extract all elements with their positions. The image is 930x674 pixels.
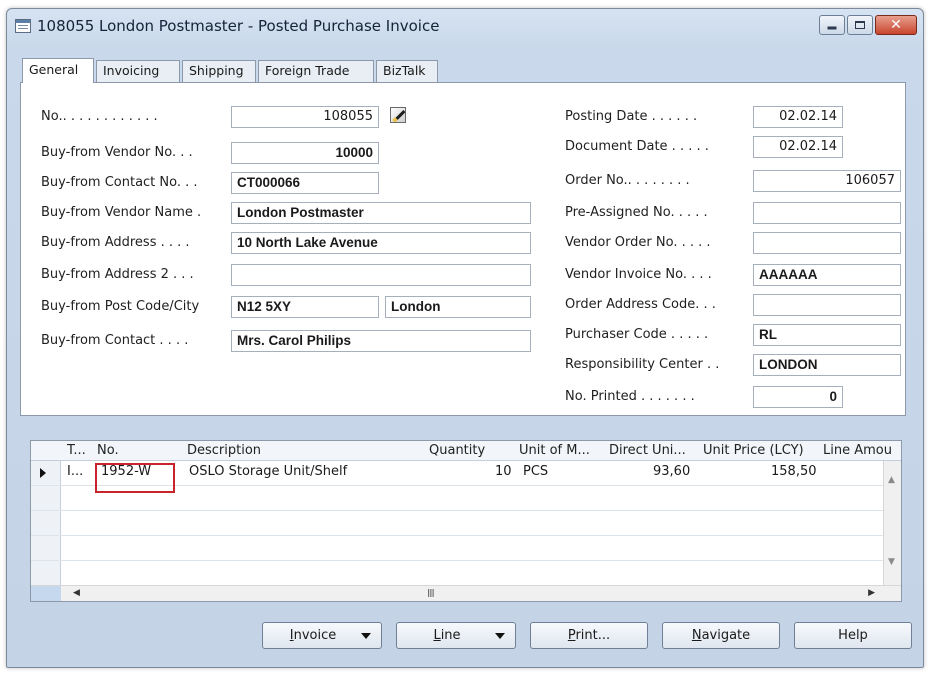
navigate-mnemonic: N [691, 628, 702, 643]
invoice-button[interactable]: Invoice [262, 622, 382, 649]
form-icon [15, 19, 31, 33]
scroll-down-icon[interactable]: ▼ [888, 557, 895, 567]
grid-header: T... No. Description Quantity Unit of M.… [31, 441, 901, 461]
vendor-invoice-no-field[interactable]: AAAAAA [753, 264, 901, 286]
scroll-thumb-grip[interactable]: III [427, 587, 435, 600]
contact-no-field[interactable]: CT000066 [231, 172, 379, 194]
minimize-icon [827, 26, 837, 30]
invoice-label: nvoice [293, 628, 337, 643]
posting-date-field[interactable]: 02.02.14 [753, 106, 843, 128]
post-code-field[interactable]: N12 5XY [231, 296, 379, 318]
line-mnemonic: L [433, 628, 441, 643]
purchaser-code-field[interactable]: RL [753, 324, 901, 346]
no-printed-field[interactable]: 0 [753, 386, 843, 408]
col-type[interactable]: T... [67, 443, 86, 458]
tab-invoicing[interactable]: Invoicing [96, 60, 180, 82]
pre-assigned-no-label: Pre-Assigned No. . . . . [565, 205, 708, 220]
col-quantity[interactable]: Quantity [429, 443, 485, 458]
maximize-button[interactable] [847, 15, 873, 35]
contact-no-label: Buy-from Contact No. . . [41, 175, 198, 190]
title-bar[interactable]: 108055 London Postmaster - Posted Purcha… [7, 9, 923, 43]
line-label: ine [440, 628, 461, 643]
minimize-button[interactable] [819, 15, 845, 35]
tab-shipping[interactable]: Shipping [182, 60, 256, 82]
vendor-order-no-label: Vendor Order No. . . . . [565, 235, 711, 250]
table-row[interactable] [31, 561, 883, 586]
responsibility-center-field[interactable]: LONDON [753, 354, 901, 376]
address-field[interactable]: 10 North Lake Avenue [231, 232, 531, 254]
document-date-label: Document Date . . . . . [565, 139, 709, 154]
general-panel: No.. . . . . . . . . . . . Buy-from Vend… [20, 82, 906, 416]
vendor-order-no-field[interactable] [753, 232, 901, 254]
no-field[interactable]: 108055 [231, 106, 379, 128]
close-button[interactable]: ✕ [875, 15, 917, 35]
col-line-amount[interactable]: Line Amou [823, 443, 892, 458]
chevron-down-icon [361, 633, 371, 639]
vendor-no-field[interactable]: 10000 [231, 142, 379, 164]
city-field[interactable]: London [385, 296, 531, 318]
navigate-label: avigate [701, 628, 751, 643]
no-printed-label: No. Printed . . . . . . . [565, 389, 695, 404]
col-description[interactable]: Description [187, 443, 261, 458]
window-title: 108055 London Postmaster - Posted Purcha… [37, 17, 440, 35]
navigate-button[interactable]: Navigate [662, 622, 780, 649]
cell-quantity[interactable]: 10 [495, 464, 512, 479]
scrollbar-corner [31, 586, 61, 601]
col-unit-price-lcy[interactable]: Unit Price (LCY) [703, 443, 804, 458]
order-no-label: Order No.. . . . . . . . [565, 173, 690, 188]
scroll-right-icon[interactable]: ▶ [868, 588, 875, 598]
address2-field[interactable] [231, 264, 531, 286]
cell-unit-of-measure[interactable]: PCS [523, 464, 548, 479]
highlight-annotation [95, 463, 175, 493]
table-row[interactable] [31, 511, 883, 536]
help-button[interactable]: Help [794, 622, 912, 649]
vendor-name-field[interactable]: London Postmaster [231, 202, 531, 224]
col-no[interactable]: No. [97, 443, 119, 458]
col-direct-unit-cost[interactable]: Direct Uni... [609, 443, 686, 458]
help-label: Help [838, 628, 868, 643]
tab-foreign-trade[interactable]: Foreign Trade [258, 60, 374, 82]
vendor-invoice-no-label: Vendor Invoice No. . . . [565, 267, 712, 282]
vendor-no-label: Buy-from Vendor No. . . [41, 145, 193, 160]
cell-unit-price-lcy[interactable]: 158,50 [771, 464, 817, 479]
pre-assigned-no-field[interactable] [753, 202, 901, 224]
order-address-code-label: Order Address Code. . . [565, 297, 716, 312]
window-controls: ✕ [819, 15, 917, 35]
tab-biztalk[interactable]: BizTalk [376, 60, 438, 82]
lines-grid: T... No. Description Quantity Unit of M.… [30, 440, 902, 602]
col-unit-of-measure[interactable]: Unit of M... [519, 443, 590, 458]
print-label: rint... [575, 628, 611, 643]
horizontal-scrollbar[interactable]: ◀ III ▶ [31, 585, 901, 601]
posting-date-label: Posting Date . . . . . . [565, 109, 698, 124]
print-button[interactable]: Print... [530, 622, 648, 649]
scroll-left-icon[interactable]: ◀ [73, 588, 80, 598]
cell-direct-unit-cost[interactable]: 93,60 [653, 464, 690, 479]
scroll-up-icon[interactable]: ▲ [888, 475, 895, 485]
edit-assist-icon[interactable] [390, 107, 406, 123]
vertical-scrollbar[interactable]: ▲ ▼ [883, 461, 901, 587]
chevron-down-icon [495, 633, 505, 639]
address2-label: Buy-from Address 2 . . . [41, 267, 194, 282]
close-icon: ✕ [890, 17, 902, 33]
contact-field[interactable]: Mrs. Carol Philips [231, 330, 531, 352]
responsibility-center-label: Responsibility Center . . [565, 357, 720, 372]
maximize-icon [855, 21, 865, 29]
tab-general[interactable]: General [22, 58, 94, 83]
document-date-field[interactable]: 02.02.14 [753, 136, 843, 158]
purchaser-code-label: Purchaser Code . . . . . [565, 327, 709, 342]
post-code-city-label: Buy-from Post Code/City [41, 299, 200, 314]
contact-label: Buy-from Contact . . . . [41, 333, 189, 348]
no-label: No.. . . . . . . . . . . . [41, 109, 158, 124]
current-row-icon [40, 468, 46, 478]
vendor-name-label: Buy-from Vendor Name . [41, 205, 202, 220]
address-label: Buy-from Address . . . . [41, 235, 190, 250]
order-no-field[interactable]: 106057 [753, 170, 901, 192]
order-address-code-field[interactable] [753, 294, 901, 316]
cell-description[interactable]: OSLO Storage Unit/Shelf [189, 464, 347, 479]
cell-type[interactable]: I... [67, 464, 83, 479]
line-button[interactable]: Line [396, 622, 516, 649]
table-row[interactable] [31, 536, 883, 561]
